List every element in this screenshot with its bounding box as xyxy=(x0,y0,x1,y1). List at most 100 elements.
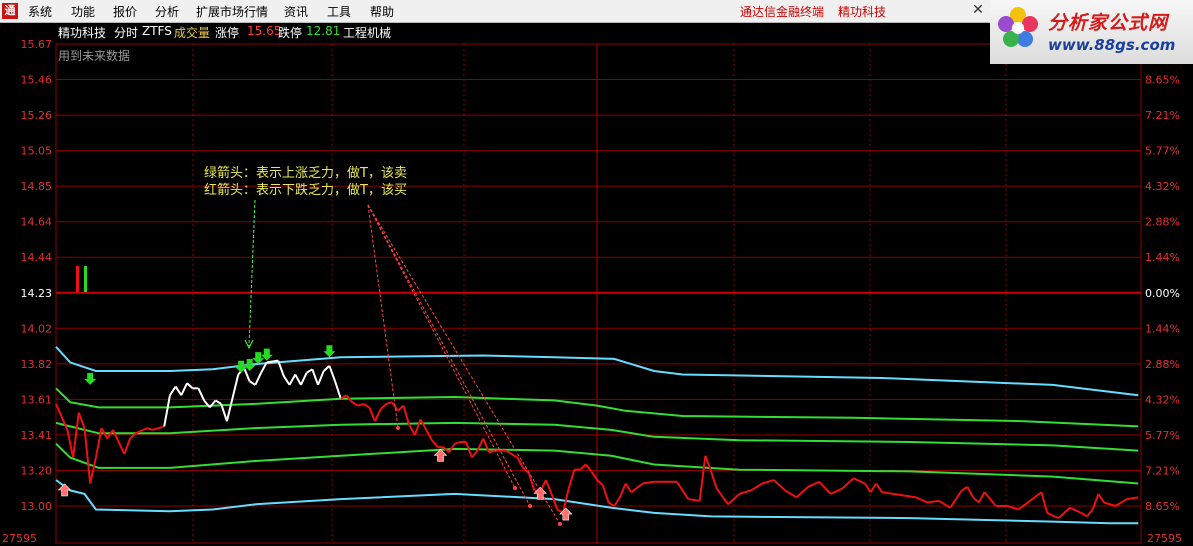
y-tick-right: 8.65% xyxy=(1145,74,1180,87)
price-segment xyxy=(596,479,604,486)
price-segment xyxy=(983,491,997,507)
price-segment xyxy=(972,496,980,504)
view-mode[interactable]: 分时 xyxy=(114,24,138,41)
menu-item-analysis[interactable]: 分析 xyxy=(155,3,179,20)
price-segment xyxy=(311,368,319,386)
price-segment xyxy=(688,498,700,502)
price-segment xyxy=(225,374,240,422)
menu-item-extended-market[interactable]: 扩展市场行情 xyxy=(196,3,268,20)
pointer-red-head xyxy=(558,522,562,526)
price-segment xyxy=(704,455,713,472)
y-tick-right: 5.77% xyxy=(1145,429,1180,442)
price-segment xyxy=(1057,506,1071,519)
brand-url[interactable]: www.88gs.com xyxy=(1048,36,1175,54)
y-tick-right: 4.32% xyxy=(1145,180,1180,193)
price-segment xyxy=(841,477,855,490)
terminal-title: 通达信金融终端 xyxy=(740,5,825,19)
price-segment xyxy=(710,471,718,490)
price-segment xyxy=(1114,498,1128,507)
intraday-chart[interactable]: 15.67 15.46 8.65% 15.26 7.21% 15.05 5.77% 14.85… xyxy=(0,22,1193,546)
menu-item-tools[interactable]: 工具 xyxy=(327,3,351,20)
price-segment xyxy=(112,429,120,443)
price-segment xyxy=(300,372,308,386)
y-tick-right: 8.65% xyxy=(1145,500,1180,513)
price-segment xyxy=(1080,512,1088,518)
price-segment xyxy=(368,406,376,422)
price-segment xyxy=(374,408,382,422)
price-segment xyxy=(123,438,131,455)
limit-down-label: 跌停 xyxy=(278,26,303,40)
price-segment xyxy=(380,403,388,410)
menu-item-function[interactable]: 功能 xyxy=(71,3,95,20)
price-segment xyxy=(180,382,188,396)
stock-name: 精功科技 xyxy=(58,26,107,40)
price-segment xyxy=(619,483,627,498)
limit-down-value: 12.81 xyxy=(306,24,341,38)
price-segment xyxy=(1097,493,1105,504)
pointer-red xyxy=(367,204,399,429)
price-segment xyxy=(1126,496,1139,501)
y-tick-left: 13.00 xyxy=(21,500,53,513)
y-tick-right: 0.00% xyxy=(1145,287,1180,300)
pointer-red-head xyxy=(396,426,400,430)
price-segment xyxy=(915,496,928,504)
flower-logo-icon xyxy=(998,7,1038,47)
price-segment xyxy=(613,496,621,507)
y-tick-right: 4.32% xyxy=(1145,393,1180,406)
price-segment xyxy=(1103,501,1116,507)
price-segment xyxy=(955,489,963,500)
y-tick-left: 13.41 xyxy=(21,429,53,442)
price-segment xyxy=(773,479,786,492)
price-segment xyxy=(1029,491,1043,502)
y-tick-left: 14.02 xyxy=(21,322,53,335)
price-segment xyxy=(294,374,302,386)
price-segment xyxy=(630,482,644,493)
bottom-right-label: 27595 xyxy=(1147,532,1182,545)
price-segment xyxy=(875,482,883,493)
price-segment xyxy=(334,381,342,400)
menu-item-news[interactable]: 资讯 xyxy=(284,3,308,20)
price-segment xyxy=(471,449,479,459)
y-tick-left: 13.82 xyxy=(21,358,53,371)
buy-arrow xyxy=(57,483,72,497)
sector-label: 工程机械 xyxy=(343,26,392,40)
price-segment xyxy=(676,481,690,500)
menu-item-help[interactable]: 帮助 xyxy=(370,3,394,20)
y-tick-left: 14.44 xyxy=(21,251,53,264)
price-segment xyxy=(220,403,228,422)
price-segment xyxy=(527,472,536,491)
price-segment xyxy=(117,441,126,455)
indicator-name[interactable]: ZTFS xyxy=(142,24,172,38)
app-logo-icon[interactable]: 通 xyxy=(2,3,18,19)
price-segment xyxy=(904,494,917,499)
price-segment xyxy=(550,493,559,510)
price-segment xyxy=(197,387,206,401)
current-stock-title: 精功科技 xyxy=(838,5,887,19)
price-segment xyxy=(169,386,177,396)
y-tick-left: 13.61 xyxy=(21,393,53,406)
close-icon[interactable]: ✕ xyxy=(970,2,986,18)
price-segment xyxy=(544,479,553,495)
price-segment xyxy=(214,399,222,405)
price-segment xyxy=(893,492,905,497)
sell-arrow xyxy=(252,352,265,365)
y-tick-left: 14.64 xyxy=(21,216,53,229)
bottom-left-label: 27595 xyxy=(2,532,37,545)
price-segment xyxy=(488,449,495,454)
price-segment xyxy=(784,489,798,499)
price-segment xyxy=(505,449,518,459)
menu-item-quote[interactable]: 报价 xyxy=(113,3,137,20)
y-tick-right: 1.44% xyxy=(1145,251,1180,264)
sell-arrow xyxy=(84,372,97,385)
price-segment xyxy=(152,425,165,431)
price-segment xyxy=(1018,500,1031,511)
y-tick-left: 13.20 xyxy=(21,464,53,477)
y-tick-left: 15.67 xyxy=(21,38,53,51)
price-segment xyxy=(66,429,75,458)
price-segment xyxy=(174,386,183,396)
price-segment xyxy=(830,487,843,495)
price-segment xyxy=(853,477,866,485)
menu-item-system[interactable]: 系统 xyxy=(28,3,52,20)
sell-arrow xyxy=(323,345,336,358)
limit-up-value: 15.65 xyxy=(247,24,282,38)
